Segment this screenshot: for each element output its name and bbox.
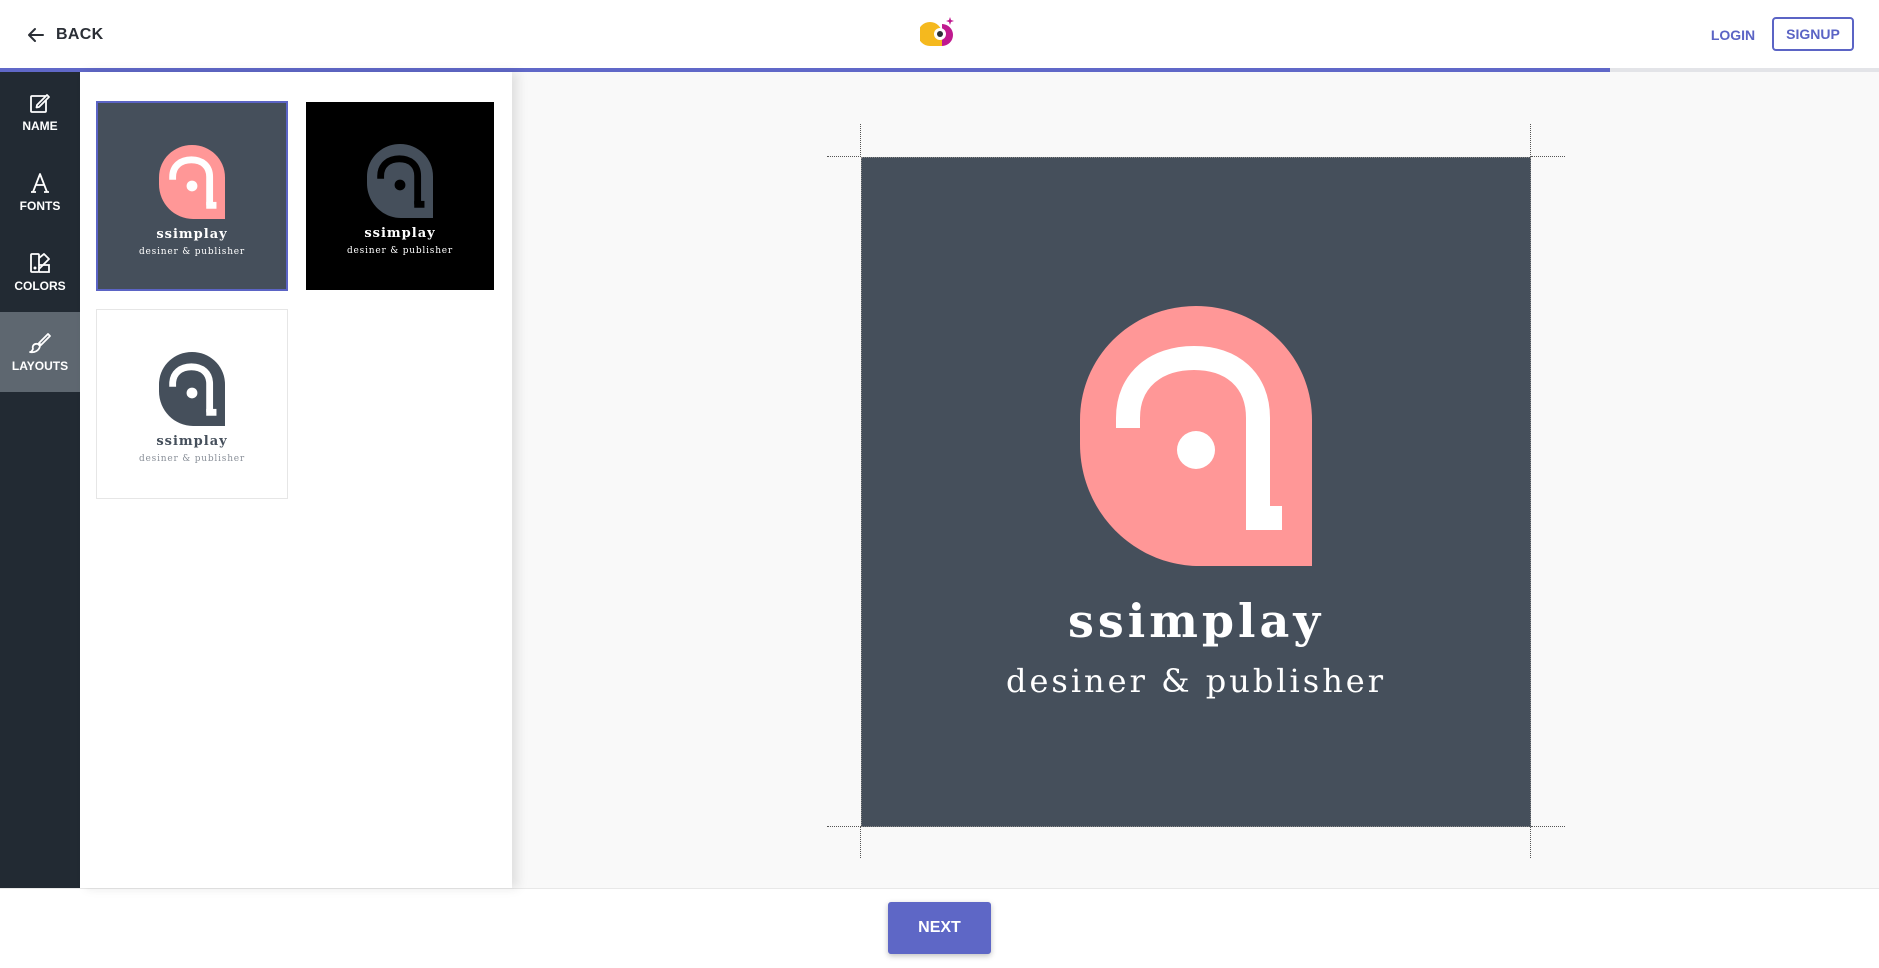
crop-guide: [1530, 124, 1531, 157]
rail-item-label: LAYOUTS: [11, 359, 69, 373]
brush-icon: [29, 333, 51, 354]
font-icon: [31, 173, 49, 193]
crop-guide: [860, 124, 861, 157]
logo-preview: ssimplay desiner & publisher: [861, 157, 1531, 827]
crop-guide: [827, 156, 861, 157]
layout-option-dark-slate[interactable]: ssimplay desiner & publisher: [96, 101, 288, 291]
layout-tagline: desiner & publisher: [138, 247, 246, 257]
layout-tagline: desiner & publisher: [138, 454, 246, 464]
rail-item-label: FONTS: [19, 199, 61, 213]
brand-mark-icon: [159, 145, 225, 219]
crop-guide: [860, 826, 861, 858]
layout-option-white[interactable]: ssimplay desiner & publisher: [96, 309, 288, 499]
layout-brand-name: ssimplay: [156, 434, 228, 449]
brand-mark-icon: [367, 144, 433, 218]
rail-item-colors[interactable]: COLORS: [0, 232, 80, 312]
top-header: BACK LOGIN SIGNUP: [0, 0, 1879, 69]
crop-guide: [827, 826, 861, 827]
layout-tagline: desiner & publisher: [346, 246, 454, 256]
crop-guide: [1531, 156, 1565, 157]
palette-icon: [30, 253, 50, 273]
layout-option-black[interactable]: ssimplay desiner & publisher: [306, 102, 494, 290]
preview-tagline: desiner & publisher: [1005, 662, 1387, 700]
layout-brand-name: ssimplay: [156, 227, 228, 242]
tool-rail: NAME FONTS COLORS LAYOUTS: [0, 72, 80, 888]
next-button[interactable]: NEXT: [888, 902, 991, 954]
brand-logo-icon[interactable]: [920, 14, 958, 50]
back-button[interactable]: BACK: [26, 22, 103, 48]
layouts-panel: ssimplay desiner & publisher ssimplay de…: [80, 72, 512, 888]
brand-mark-icon: [159, 352, 225, 426]
footer-bar: NEXT: [0, 888, 1879, 968]
preview-brand-name: ssimplay: [1067, 594, 1325, 648]
back-label: BACK: [56, 26, 104, 43]
arrow-left-icon: [28, 28, 44, 42]
rail-item-fonts[interactable]: FONTS: [0, 152, 80, 232]
rail-item-layouts[interactable]: LAYOUTS: [0, 312, 80, 392]
edit-icon: [30, 94, 50, 113]
crop-guide: [1531, 826, 1565, 827]
rail-item-label: NAME: [22, 119, 58, 133]
crop-guide: [1530, 826, 1531, 858]
layout-brand-name: ssimplay: [364, 226, 436, 241]
signup-button[interactable]: SIGNUP: [1772, 17, 1854, 51]
rail-item-label: COLORS: [14, 279, 66, 293]
brand-mark-icon: [1080, 306, 1312, 566]
rail-item-name[interactable]: NAME: [0, 72, 80, 152]
login-button[interactable]: LOGIN: [1706, 20, 1760, 50]
